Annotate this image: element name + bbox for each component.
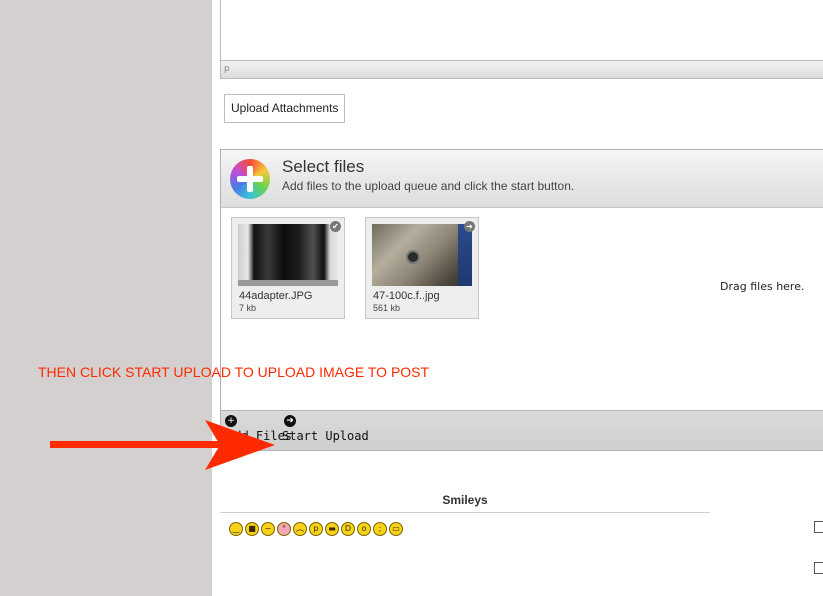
check-icon: ✔	[330, 221, 341, 232]
file-item[interactable]: ✔ 44adapter.JPG 7 kb	[231, 217, 345, 319]
file-size: 7 kb	[239, 303, 257, 313]
file-size: 561 kb	[373, 303, 401, 313]
confused-icon[interactable]: ~	[261, 522, 275, 536]
editor-path: p	[224, 64, 230, 74]
smileys-title: Smileys	[442, 493, 488, 507]
file-name: 47-100c.f..jpg	[373, 290, 440, 302]
drop-zone-text: Drag files here.	[720, 280, 805, 293]
sad-icon[interactable]: ︵	[293, 522, 307, 536]
arrow-right-circle-icon[interactable]: ➜	[284, 415, 296, 427]
start-upload-button[interactable]: Start Upload	[282, 429, 369, 443]
cool-icon[interactable]: ■	[245, 522, 259, 536]
grin-icon[interactable]: ▬	[325, 522, 339, 536]
uploader-title: Select files	[282, 157, 365, 176]
file-thumbnail	[238, 224, 338, 286]
embarrassed-icon[interactable]: °	[277, 522, 291, 536]
option-checkbox[interactable]	[814, 562, 823, 574]
smileys-divider	[220, 512, 710, 513]
shocked-icon[interactable]: o	[357, 522, 371, 536]
annotation-arrow-icon	[50, 420, 275, 470]
file-uploader: Select files Add files to the upload que…	[220, 149, 823, 451]
file-item[interactable]: ➜ 47-100c.f..jpg 561 kb	[365, 217, 479, 319]
arrow-icon: ➜	[464, 221, 475, 232]
wink-icon[interactable]: ;	[373, 522, 387, 536]
file-thumbnail	[372, 224, 472, 286]
smile-icon[interactable]: ‿	[229, 522, 243, 536]
frown-icon[interactable]: ▭	[389, 522, 403, 536]
tongue-icon[interactable]: p	[309, 522, 323, 536]
editor-status-bar: p	[220, 60, 823, 79]
upload-attachments-button[interactable]: Upload Attachments	[224, 94, 346, 123]
smileys-list: ‿ ■ ~ ° ︵ p ▬ D o ; ▭	[229, 522, 403, 536]
annotation-instruction: THEN CLICK START UPLOAD TO UPLOAD IMAGE …	[38, 364, 430, 380]
uploader-header: Select files Add files to the upload que…	[221, 150, 823, 208]
option-checkbox[interactable]	[814, 521, 823, 533]
uploader-subtitle: Add files to the upload queue and click …	[282, 179, 575, 193]
left-gutter	[0, 0, 212, 596]
plus-circle-icon	[230, 159, 270, 199]
file-name: 44adapter.JPG	[239, 290, 313, 302]
big-grin-icon[interactable]: D	[341, 522, 355, 536]
uploader-footer: + Add Files ➜ Start Upload	[221, 410, 823, 450]
